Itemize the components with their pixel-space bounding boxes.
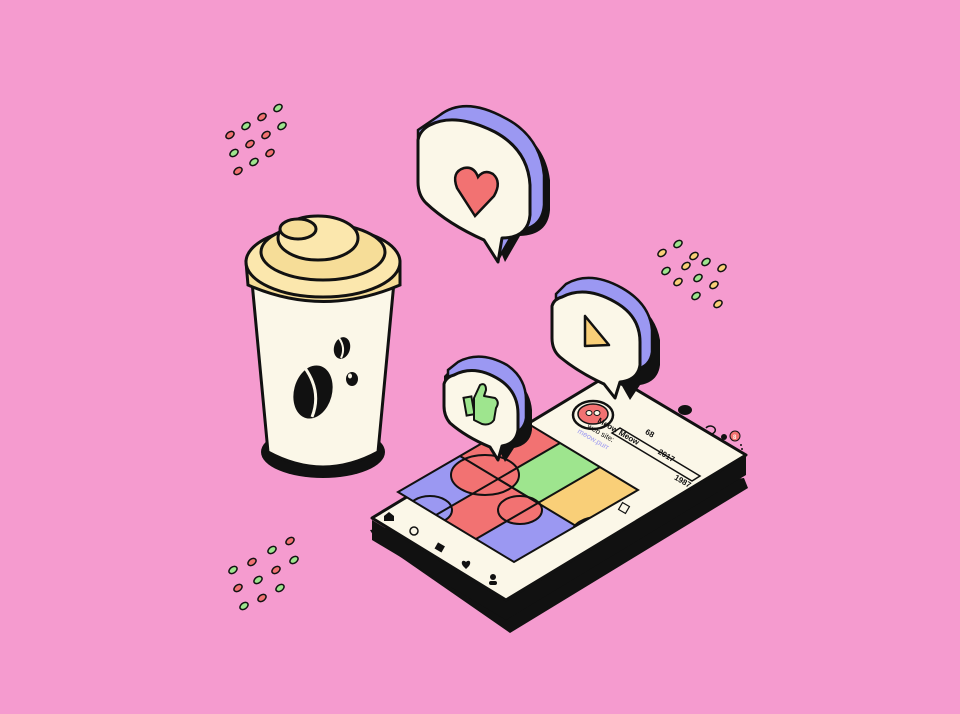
- scene-svg: Meow Meow web site: meow.purr 68 2017 19…: [225, 103, 748, 633]
- illustration-canvas: Meow Meow web site: meow.purr 68 2017 19…: [0, 0, 960, 709]
- coffee-cup: [244, 214, 402, 478]
- profile-icon[interactable]: [490, 574, 496, 580]
- heart-bubble: [416, 104, 550, 264]
- menu-dots-icon[interactable]: [740, 444, 742, 446]
- phone: Meow Meow web site: meow.purr 68 2017 19…: [370, 372, 748, 633]
- dots-top-left: [225, 103, 287, 176]
- play-bubble: [550, 276, 660, 400]
- dots-right: [657, 239, 727, 309]
- notification-badge[interactable]: 8: [729, 430, 741, 442]
- like-bubble: [442, 355, 532, 462]
- add-friend-icon[interactable]: [721, 434, 727, 440]
- dots-bottom-left: [228, 536, 299, 611]
- camera-dot: [678, 405, 692, 415]
